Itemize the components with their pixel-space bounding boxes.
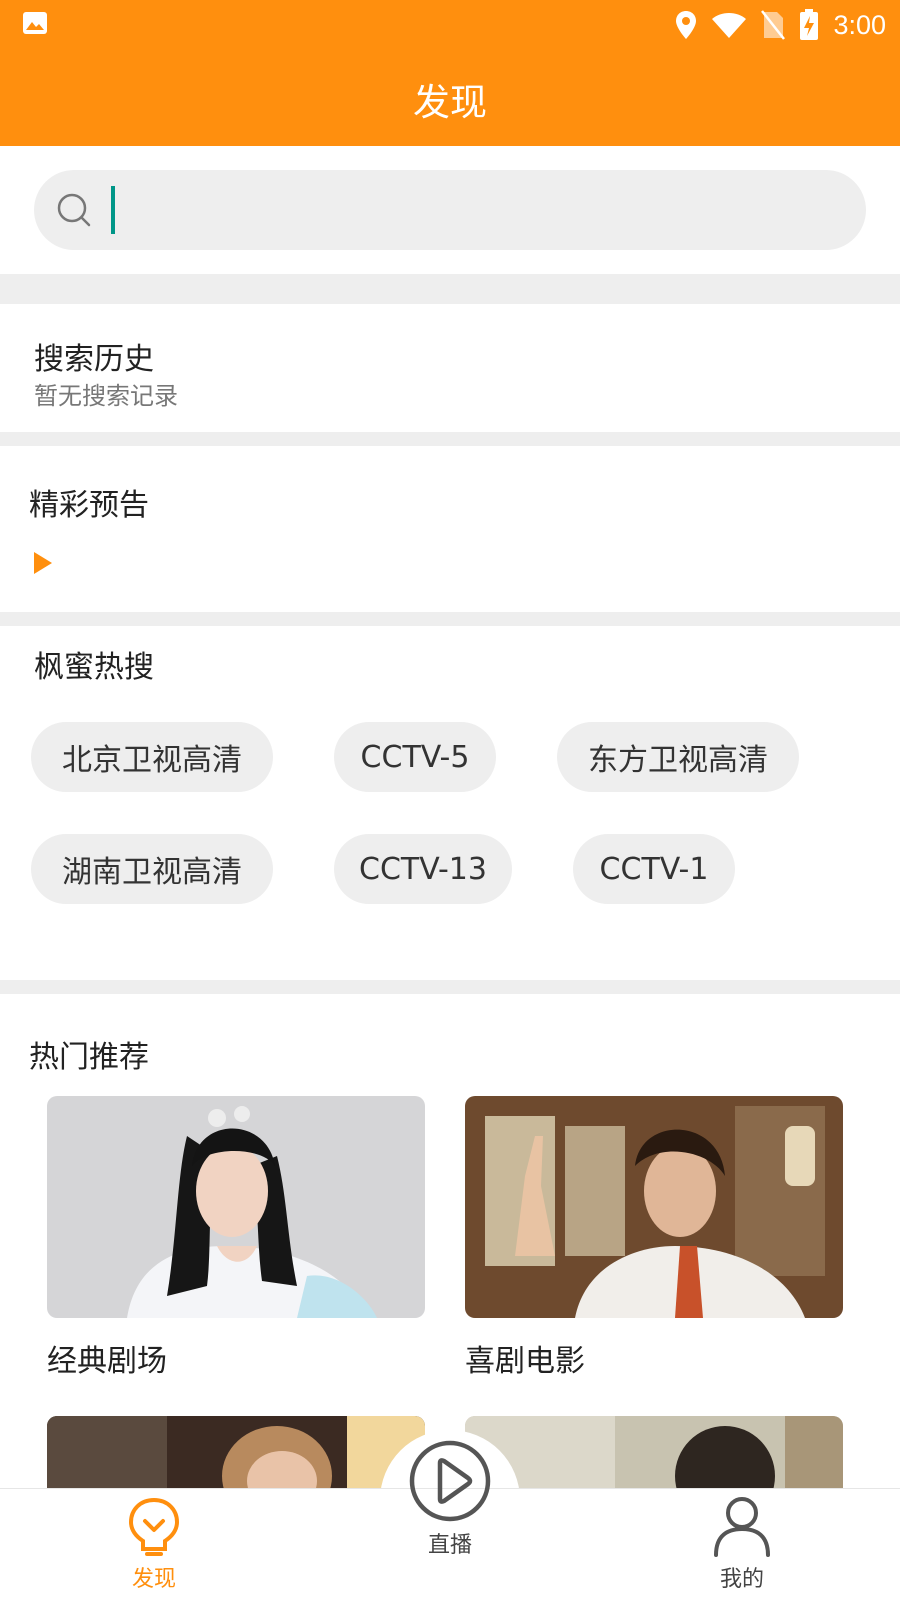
- preview-section: 精彩预告: [0, 446, 900, 612]
- hot-search-tag[interactable]: 北京卫视高清: [31, 722, 273, 792]
- bottom-nav: 发现 直播 我的: [0, 1440, 900, 1600]
- lightbulb-icon: [128, 1497, 180, 1556]
- hot-search-title: 枫蜜热搜: [34, 650, 154, 685]
- no-sim-icon: [761, 10, 786, 40]
- search-section: [0, 146, 900, 274]
- section-divider: [0, 612, 900, 626]
- page-title: 发现: [413, 81, 487, 124]
- nav-item-live[interactable]: 直播: [370, 1440, 530, 1600]
- nav-item-mine[interactable]: 我的: [662, 1489, 822, 1600]
- status-time: 3:00: [833, 9, 886, 40]
- recommend-card-label: 喜剧电影: [465, 1344, 585, 1379]
- recommend-title: 热门推荐: [29, 1040, 149, 1075]
- play-circle-icon: [409, 1440, 491, 1522]
- recommend-card-partial[interactable]: [465, 1416, 843, 1488]
- text-cursor: [111, 186, 115, 234]
- hot-search-tag[interactable]: CCTV-1: [573, 834, 735, 904]
- recommend-card-partial[interactable]: [47, 1416, 425, 1488]
- discover-page: 3:00 发现 搜索历史 暂无搜索记录 精彩预告 枫蜜热搜 北京卫视高清 CCT…: [0, 0, 900, 1600]
- status-bar: 3:00: [0, 0, 900, 50]
- user-icon: [714, 1497, 770, 1557]
- status-icons: 3:00: [675, 8, 886, 42]
- nav-item-discover[interactable]: 发现: [74, 1489, 234, 1600]
- recommend-card-label: 经典剧场: [47, 1344, 167, 1379]
- search-bar[interactable]: [34, 170, 866, 250]
- hot-search-tag[interactable]: 东方卫视高清: [557, 722, 799, 792]
- recommend-thumbnail: [465, 1096, 843, 1318]
- recommend-thumbnail: [47, 1416, 425, 1488]
- search-history-title: 搜索历史: [34, 342, 154, 377]
- section-divider: [0, 980, 900, 994]
- hot-search-tag[interactable]: CCTV-13: [334, 834, 512, 904]
- nav-label-live: 直播: [427, 1533, 472, 1558]
- section-divider: [0, 432, 900, 446]
- search-history-empty-text: 暂无搜索记录: [34, 382, 178, 410]
- hot-search-section: 枫蜜热搜 北京卫视高清 CCTV-5 东方卫视高清 湖南卫视高清 CCTV-13…: [0, 626, 900, 980]
- search-history-section: 搜索历史 暂无搜索记录: [0, 304, 900, 432]
- play-arrow-icon[interactable]: [34, 552, 52, 574]
- location-icon: [676, 11, 697, 39]
- section-divider: [0, 274, 900, 304]
- battery-charging-icon: [800, 9, 819, 40]
- search-icon: [57, 193, 91, 227]
- nav-label-mine: 我的: [719, 1567, 764, 1592]
- image-icon: [23, 12, 47, 34]
- hot-search-tag[interactable]: CCTV-5: [334, 722, 496, 792]
- nav-label-discover: 发现: [131, 1567, 176, 1592]
- search-input[interactable]: [118, 170, 838, 250]
- recommend-thumbnail: [465, 1416, 843, 1488]
- wifi-icon: [712, 13, 747, 38]
- recommend-thumbnail: [47, 1096, 425, 1318]
- preview-title: 精彩预告: [29, 488, 149, 523]
- top-bar: 3:00 发现: [0, 0, 900, 146]
- hot-search-tag[interactable]: 湖南卫视高清: [31, 834, 273, 904]
